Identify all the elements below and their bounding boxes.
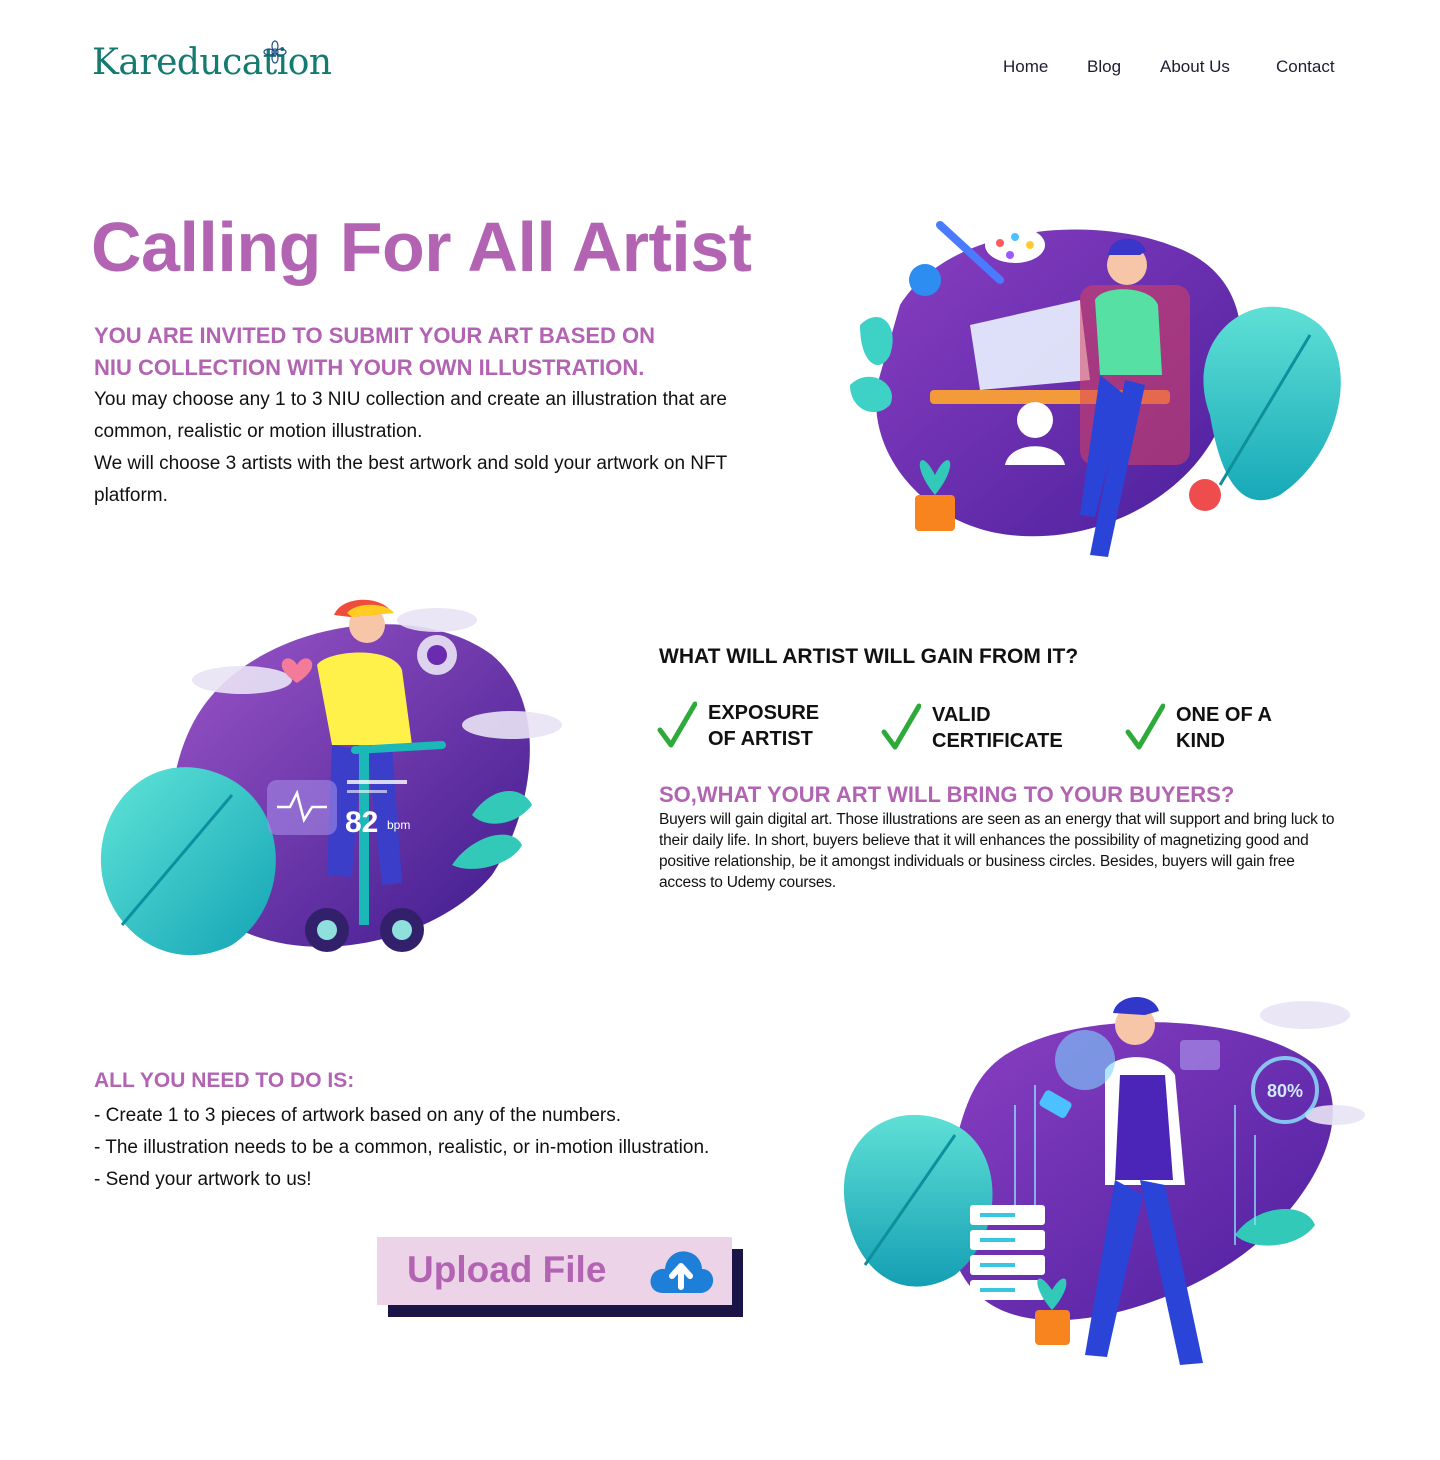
page-title: Calling For All Artist [91, 208, 752, 286]
gain-item-certificate-line1: VALID [932, 704, 991, 726]
upload-file-button[interactable]: Upload File [377, 1237, 732, 1305]
dashboard-percent: 80% [1267, 1081, 1303, 1101]
nav-home-link[interactable]: Home [1003, 57, 1048, 77]
hero-subtitle-line1: YOU ARE INVITED TO SUBMIT YOUR ART BASED… [94, 323, 656, 348]
todo-list: - Create 1 to 3 pieces of artwork based … [94, 1100, 814, 1196]
gain-item-certificate-line2: CERTIFICATE [932, 730, 1063, 752]
todo-section-title: ALL YOU NEED TO DO IS: [94, 1069, 355, 1092]
artist-drawing-illustration [850, 221, 1341, 557]
gain-section-title: WHAT WILL ARTIST WILL GAIN FROM IT? [659, 645, 1079, 668]
gain-item-kind-line1: ONE OF A [1176, 704, 1272, 726]
todo-item: - Send your artwork to us! [94, 1169, 312, 1190]
nav-contact-link[interactable]: Contact [1276, 57, 1335, 77]
nav-blog-link[interactable]: Blog [1087, 57, 1121, 77]
gain-item-exposure-line2: OF ARTIST [708, 728, 813, 750]
scooter-rider-illustration: 82 bpm [100, 599, 562, 956]
upload-file-label: Upload File [407, 1249, 607, 1290]
buyers-section-title: SO,WHAT YOUR ART WILL BRING TO YOUR BUYE… [659, 782, 1235, 807]
nav-about-link[interactable]: About Us [1160, 57, 1230, 77]
check-mark-icon [1125, 703, 1165, 750]
bpm-unit: bpm [387, 818, 410, 832]
gain-item-kind-line2: KIND [1176, 730, 1225, 752]
hero-subtitle: YOU ARE INVITED TO SUBMIT YOUR ART BASED… [94, 320, 794, 384]
todo-item: - The illustration needs to be a common,… [94, 1137, 710, 1158]
cloud-upload-icon [650, 1251, 714, 1293]
bpm-value: 82 [345, 806, 378, 839]
hero-paragraph-2: We will choose 3 artists with the best a… [94, 453, 727, 506]
hero-subtitle-line2: NIU COLLECTION WITH YOUR OWN ILLUSTRATIO… [94, 355, 645, 380]
digital-data-illustration: 80% [843, 996, 1365, 1365]
check-mark-icon [881, 703, 921, 750]
buyers-paragraph: Buyers will gain digital art. Those illu… [659, 811, 1335, 891]
hero-paragraph-1: You may choose any 1 to 3 NIU collection… [94, 389, 728, 442]
main-nav: Home Blog About Us Contact [0, 57, 1440, 77]
gain-item-exposure-line1: EXPOSURE [708, 702, 820, 724]
check-mark-icon [657, 701, 697, 748]
todo-item: - Create 1 to 3 pieces of artwork based … [94, 1105, 622, 1126]
